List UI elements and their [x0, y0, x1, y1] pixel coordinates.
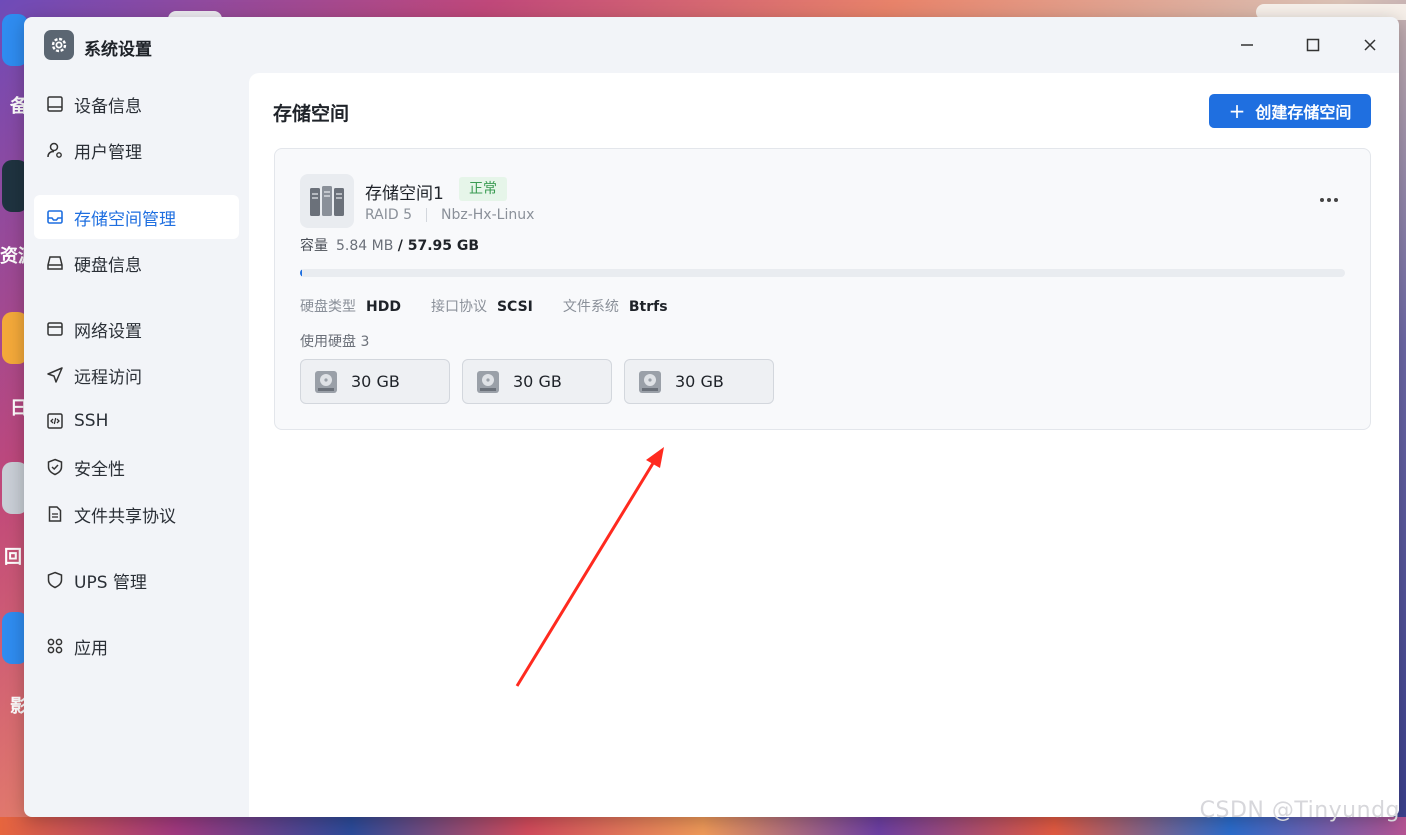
sidebar: 设备信息 用户管理 存储空间管理 硬盘信息 网络设置 远程访问 SSH 安全性 … [24, 73, 249, 817]
sidebar-item-label: 文件共享协议 [74, 506, 176, 527]
spec-disk-type: 硬盘类型 HDD [300, 296, 401, 316]
raid-level: RAID 5 [365, 207, 413, 223]
sidebar-item-ssh[interactable]: SSH [34, 399, 239, 443]
sidebar-item-disk-info[interactable]: 硬盘信息 [34, 241, 239, 285]
settings-gear-icon [44, 30, 74, 60]
spec-value: HDD [366, 299, 401, 315]
sidebar-item-security[interactable]: 安全性 [34, 445, 239, 489]
spec-key: 硬盘类型 [300, 299, 356, 315]
volume-name: 存储空间1 [365, 184, 444, 204]
network-icon [45, 319, 65, 339]
storage-icon [45, 207, 65, 227]
capacity-label: 容量 [300, 238, 328, 254]
hard-disk-icon [639, 370, 661, 393]
sidebar-item-ups[interactable]: UPS 管理 [34, 558, 239, 602]
maximize-icon [1306, 38, 1320, 52]
disk-chip[interactable]: 30 GB [462, 359, 612, 404]
sidebar-item-network[interactable]: 网络设置 [34, 307, 239, 351]
sidebar-item-label: 远程访问 [74, 367, 142, 388]
more-options-button[interactable] [1315, 189, 1343, 211]
disk-size: 30 GB [513, 372, 562, 391]
volume-specs: 硬盘类型 HDD 接口协议 SCSI 文件系统 Btrfs [300, 296, 698, 316]
host-name: Nbz-Hx-Linux [441, 207, 535, 223]
window-title: 系统设置 [84, 40, 152, 60]
storage-volume-card[interactable]: 存储空间1 正常 RAID 5 Nbz-Hx-Linux 容量 5.84 MB /… [274, 148, 1371, 430]
disk-size: 30 GB [351, 372, 400, 391]
capacity-progress-fill [300, 269, 303, 277]
sidebar-item-label: 安全性 [74, 459, 125, 480]
shield-icon [45, 570, 65, 590]
desktop-app-label: 回 [4, 547, 22, 568]
sidebar-item-label: 网络设置 [74, 321, 142, 342]
sidebar-item-label: 存储空间管理 [74, 209, 176, 230]
shield-check-icon [45, 457, 65, 477]
sidebar-item-user-management[interactable]: 用户管理 [34, 128, 239, 172]
raid-server-icon [300, 174, 354, 228]
capacity-progress-bar [300, 269, 1345, 277]
disk-size: 30 GB [675, 372, 724, 391]
maximize-button[interactable] [1298, 31, 1328, 59]
spec-value: Btrfs [628, 299, 668, 315]
device-icon [45, 94, 65, 114]
sidebar-item-apps[interactable]: 应用 [34, 624, 239, 668]
main-content: 存储空间 + 创建存储空间 存储空间1 正常 RAID 5 Nbz-Hx-Lin… [249, 73, 1399, 817]
disk-chip[interactable]: 30 GB [300, 359, 450, 404]
spec-interface: 接口协议 SCSI [431, 296, 533, 316]
sidebar-item-label: 设备信息 [74, 96, 142, 117]
file-icon [45, 504, 65, 524]
capacity-total: / 57.95 GB [397, 238, 480, 254]
code-icon [45, 411, 65, 431]
minimize-button[interactable] [1232, 31, 1262, 59]
sidebar-item-label: SSH [74, 411, 109, 431]
spec-key: 接口协议 [430, 299, 487, 315]
close-icon [1364, 39, 1376, 51]
plus-icon: + [1228, 99, 1246, 123]
user-gear-icon [45, 140, 65, 160]
create-storage-button[interactable]: + 创建存储空间 [1209, 94, 1371, 128]
sidebar-item-storage-management[interactable]: 存储空间管理 [34, 195, 239, 239]
close-button[interactable] [1355, 31, 1385, 59]
sidebar-item-label: 应用 [74, 638, 108, 659]
taskbar-strip [0, 817, 1406, 835]
sidebar-item-label: 硬盘信息 [74, 255, 142, 276]
watermark: CSDN @Tinyundg [1199, 798, 1400, 823]
more-dots-icon [1334, 198, 1338, 202]
capacity-info: 容量 5.84 MB / 57.95 GB [300, 235, 479, 255]
title-bar[interactable]: 系统设置 [24, 17, 1399, 73]
sidebar-item-device-info[interactable]: 设备信息 [34, 82, 239, 126]
spec-filesystem: 文件系统 Btrfs [563, 296, 668, 316]
sidebar-item-label: 用户管理 [74, 142, 142, 163]
capacity-used: 5.84 MB [336, 238, 394, 254]
more-dots-icon [1320, 198, 1324, 202]
create-storage-label: 创建存储空间 [1255, 103, 1352, 122]
page-title: 存储空间 [273, 103, 350, 125]
hard-disk-icon [477, 370, 499, 393]
sidebar-item-remote-access[interactable]: 远程访问 [34, 353, 239, 397]
minimize-icon [1241, 44, 1253, 46]
status-badge: 正常 [459, 177, 507, 201]
divider [426, 208, 428, 222]
apps-icon [45, 636, 65, 656]
disk-list: 30 GB 30 GB 30 GB [300, 359, 786, 404]
more-dots-icon [1327, 198, 1331, 202]
spec-key: 文件系统 [562, 299, 619, 315]
disk-icon [45, 253, 65, 273]
volume-subtitle: RAID 5 Nbz-Hx-Linux [365, 207, 534, 223]
settings-window: 系统设置 设备信息 用户管理 存储空间管理 硬盘信息 网络设置 远程访问 SSH… [24, 17, 1399, 817]
spec-value: SCSI [496, 299, 533, 315]
sidebar-item-file-sharing[interactable]: 文件共享协议 [34, 492, 239, 536]
disks-used-label: 使用硬盘 3 [300, 334, 370, 350]
disk-chip[interactable]: 30 GB [624, 359, 774, 404]
sidebar-item-label: UPS 管理 [74, 572, 147, 593]
send-icon [45, 365, 65, 385]
hard-disk-icon [315, 370, 337, 393]
